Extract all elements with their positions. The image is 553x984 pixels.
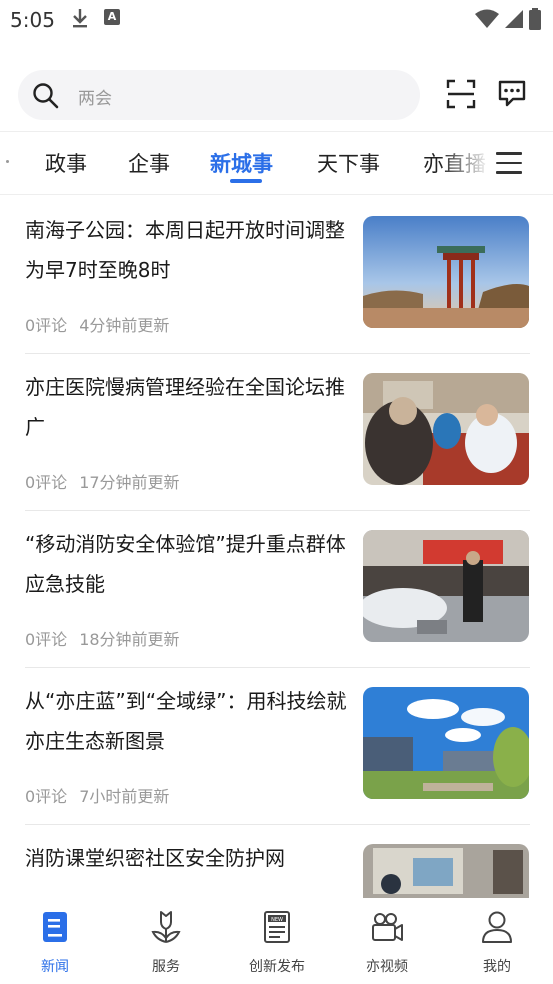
- search-row: 两会: [0, 70, 553, 122]
- nav-publish-label: 创新发布: [249, 959, 305, 975]
- news-comments: 0评论: [25, 316, 68, 335]
- service-icon: [151, 911, 181, 943]
- active-tab-indicator: [230, 179, 262, 183]
- category-tabs: 政事 企事 新城事 天下事 亦直播: [0, 131, 553, 195]
- menu-icon[interactable]: [496, 152, 522, 174]
- status-bar: 5:05 A: [0, 0, 553, 38]
- tab-xinchengshi[interactable]: 新城事: [210, 148, 273, 178]
- svg-text:NEW: NEW: [271, 917, 283, 923]
- news-icon: [43, 912, 67, 942]
- video-icon: [372, 913, 403, 941]
- news-thumbnail: [363, 373, 529, 485]
- news-meta: 0评论 17分钟前更新: [25, 469, 192, 493]
- news-meta: 0评论 7小时前更新: [25, 783, 181, 807]
- search-icon: [33, 83, 59, 109]
- nav-profile-label: 我的: [483, 959, 511, 975]
- nav-news-label: 新闻: [41, 959, 69, 975]
- news-comments: 0评论: [25, 630, 68, 649]
- nav-service[interactable]: 服务: [116, 910, 216, 976]
- signal-icon: [505, 10, 523, 28]
- status-time: 5:05: [10, 8, 55, 32]
- publish-icon: NEW: [264, 911, 290, 943]
- tab-tianxiashi[interactable]: 天下事: [317, 148, 380, 178]
- news-title: 南海子公园：本周日起开放时间调整为早7时至晚8时: [25, 218, 345, 282]
- news-title: 亦庄医院慢病管理经验在全国论坛推广: [25, 375, 345, 439]
- news-thumbnail: [363, 844, 529, 900]
- scan-icon[interactable]: [446, 79, 476, 109]
- nav-news[interactable]: 新闻: [5, 910, 105, 976]
- news-time: 17分钟前更新: [79, 473, 180, 492]
- profile-icon: [482, 911, 512, 943]
- news-meta: 0评论 18分钟前更新: [25, 626, 192, 650]
- tab-qishi[interactable]: 企事: [128, 148, 170, 178]
- tabs-scroll-dot: [6, 160, 9, 163]
- message-icon[interactable]: [497, 78, 527, 108]
- news-time: 4分钟前更新: [79, 316, 170, 335]
- news-item[interactable]: 南海子公园：本周日起开放时间调整为早7时至晚8时 0评论 4分钟前更新: [25, 196, 530, 354]
- bottom-navigation: 新闻 服务 NEW 创新发布 亦视频 我的: [0, 898, 553, 984]
- download-icon: [73, 9, 87, 28]
- tab-zhengshi[interactable]: 政事: [45, 148, 87, 178]
- status-right-icons: [475, 8, 541, 30]
- news-title: 消防课堂织密社区安全防护网: [25, 846, 285, 870]
- nav-publish[interactable]: NEW 创新发布: [227, 910, 327, 976]
- news-time: 7小时前更新: [79, 787, 170, 806]
- news-comments: 0评论: [25, 473, 68, 492]
- news-time: 18分钟前更新: [79, 630, 180, 649]
- search-placeholder: 两会: [78, 89, 112, 109]
- news-item[interactable]: 消防课堂织密社区安全防护网: [25, 824, 530, 900]
- news-item[interactable]: 从“亦庄蓝”到“全域绿”：用科技绘就亦庄生态新图景 0评论 7小时前更新: [25, 667, 530, 825]
- news-item[interactable]: “移动消防安全体验馆”提升重点群体应急技能 0评论 18分钟前更新: [25, 510, 530, 668]
- news-thumbnail: [363, 216, 529, 328]
- news-item[interactable]: 亦庄医院慢病管理经验在全国论坛推广 0评论 17分钟前更新: [25, 353, 530, 511]
- news-thumbnail: [363, 530, 529, 642]
- nav-profile[interactable]: 我的: [447, 910, 547, 976]
- tabs-fade: [440, 132, 490, 192]
- news-meta: 0评论 4分钟前更新: [25, 312, 181, 336]
- news-title: 从“亦庄蓝”到“全域绿”：用科技绘就亦庄生态新图景: [25, 689, 347, 753]
- nav-video-label: 亦视频: [366, 959, 408, 975]
- nav-service-label: 服务: [152, 959, 180, 975]
- text-icon: A: [104, 9, 120, 25]
- nav-video[interactable]: 亦视频: [337, 910, 437, 976]
- news-thumbnail: [363, 687, 529, 799]
- wifi-icon: [475, 9, 499, 28]
- search-input[interactable]: 两会: [18, 70, 420, 120]
- news-comments: 0评论: [25, 787, 68, 806]
- battery-icon: [529, 8, 541, 30]
- news-title: “移动消防安全体验馆”提升重点群体应急技能: [25, 532, 346, 596]
